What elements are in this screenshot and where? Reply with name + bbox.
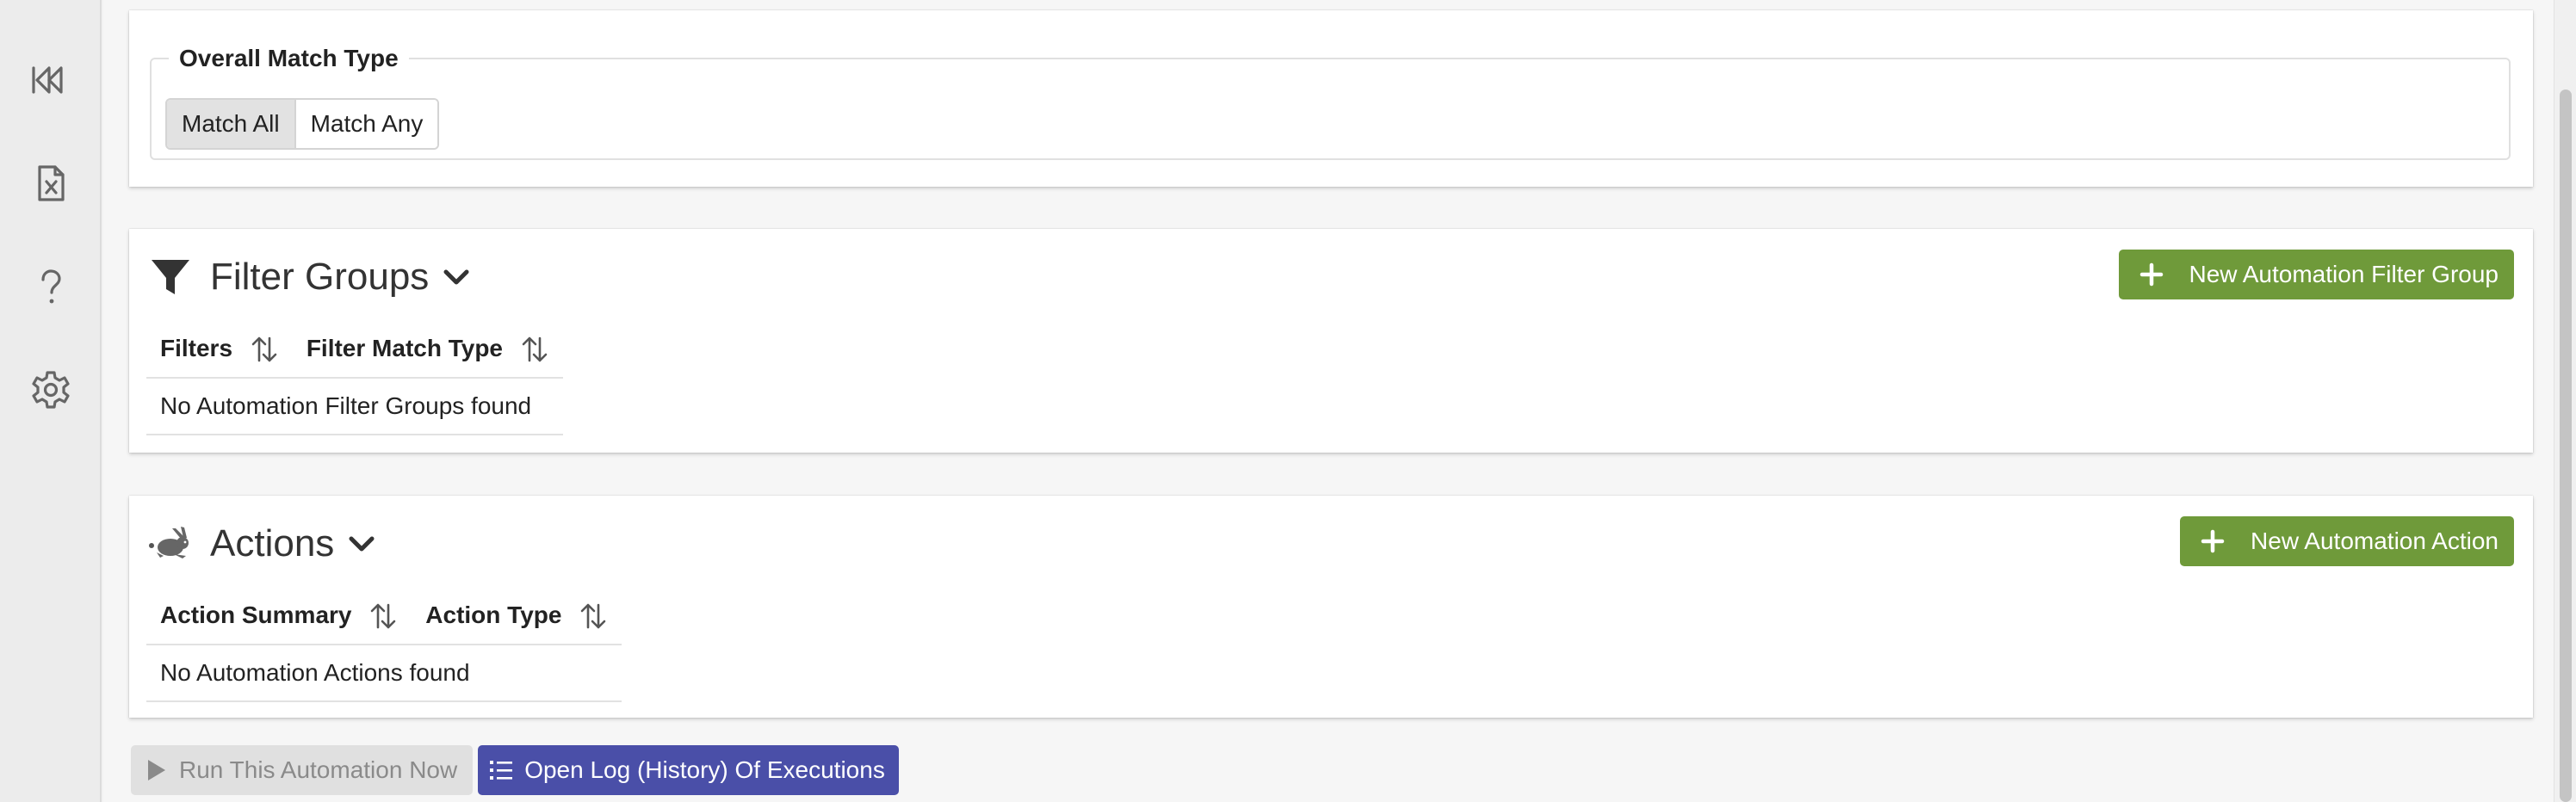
match-type-toggle: Match All Match Any (165, 98, 440, 150)
column-label: Action Summary (160, 601, 352, 628)
filter-funnel-icon (152, 260, 189, 294)
actions-title: Actions (210, 522, 335, 564)
sort-icon[interactable] (520, 335, 549, 364)
sort-icon[interactable] (579, 602, 608, 631)
column-header-filter-match-type[interactable]: Filter Match Type (292, 322, 563, 379)
rabbit-icon (149, 527, 189, 558)
excel-file-icon (38, 165, 65, 201)
column-header-action-type[interactable]: Action Type (412, 589, 622, 645)
match-type-fieldset: Overall Match Type Match All Match Any (150, 45, 2511, 160)
table-row: No Automation Filter Groups found (146, 378, 563, 435)
filter-groups-header: Filter Groups (148, 251, 472, 303)
collapse-sidebar-button[interactable] (26, 55, 76, 105)
help-button[interactable] (26, 262, 76, 312)
run-automation-label: Run This Automation Now (179, 756, 458, 783)
automation-footer-actions: Run This Automation Now Open Log (Histor… (131, 745, 899, 795)
table-header-row: Action Summary Action Type (146, 589, 622, 645)
new-filter-group-button[interactable]: New Automation Filter Group (2118, 250, 2514, 299)
main-content: Overall Match Type Match All Match Any F… (103, 0, 2576, 802)
column-label: Filter Match Type (306, 334, 503, 361)
chevron-down-icon[interactable] (441, 262, 472, 293)
run-automation-button[interactable]: Run This Automation Now (131, 745, 474, 795)
match-any-button[interactable]: Match Any (294, 100, 438, 148)
collapse-rewind-icon (32, 66, 63, 94)
sort-icon[interactable] (250, 335, 279, 364)
new-filter-group-label: New Automation Filter Group (2189, 261, 2499, 287)
export-excel-button[interactable] (26, 158, 76, 208)
match-all-button[interactable]: Match All (167, 100, 294, 148)
actions-card: Actions New Automation Action Action Sum… (129, 496, 2533, 718)
plus-icon (2201, 529, 2225, 553)
gear-icon (32, 371, 70, 409)
table-header-row: Filters Filter Match Type (146, 322, 563, 379)
scrollbar-thumb[interactable] (2560, 89, 2572, 802)
match-type-card: Overall Match Type Match All Match Any (129, 10, 2533, 187)
vertical-scrollbar[interactable] (2554, 0, 2576, 802)
new-action-label: New Automation Action (2251, 527, 2499, 554)
settings-button[interactable] (26, 365, 76, 415)
list-icon (490, 761, 513, 780)
column-label: Filters (160, 334, 233, 361)
left-sidebar (0, 0, 102, 802)
open-execution-log-button[interactable]: Open Log (History) Of Executions (478, 745, 899, 795)
empty-table-message: No Automation Filter Groups found (146, 378, 563, 435)
column-header-filters[interactable]: Filters (146, 322, 293, 379)
chevron-down-icon[interactable] (346, 528, 377, 559)
filter-groups-table: Filters Filter Match Type No Automation … (146, 322, 563, 435)
filter-groups-card: Filter Groups New Automation Filter Grou… (129, 229, 2533, 453)
column-label: Action Type (425, 601, 562, 628)
filter-groups-title: Filter Groups (210, 256, 430, 298)
play-icon (148, 760, 165, 780)
sort-icon[interactable] (368, 602, 398, 631)
match-type-legend: Overall Match Type (179, 45, 399, 71)
open-execution-log-label: Open Log (History) Of Executions (524, 756, 885, 783)
column-header-action-summary[interactable]: Action Summary (146, 589, 412, 645)
new-action-button[interactable]: New Automation Action (2180, 516, 2514, 566)
table-row: No Automation Actions found (146, 645, 622, 702)
plus-icon (2139, 262, 2163, 287)
actions-table: Action Summary Action Type No Automation… (146, 589, 622, 702)
actions-header: Actions (148, 518, 377, 570)
help-question-icon (41, 269, 61, 304)
empty-table-message: No Automation Actions found (146, 645, 622, 702)
